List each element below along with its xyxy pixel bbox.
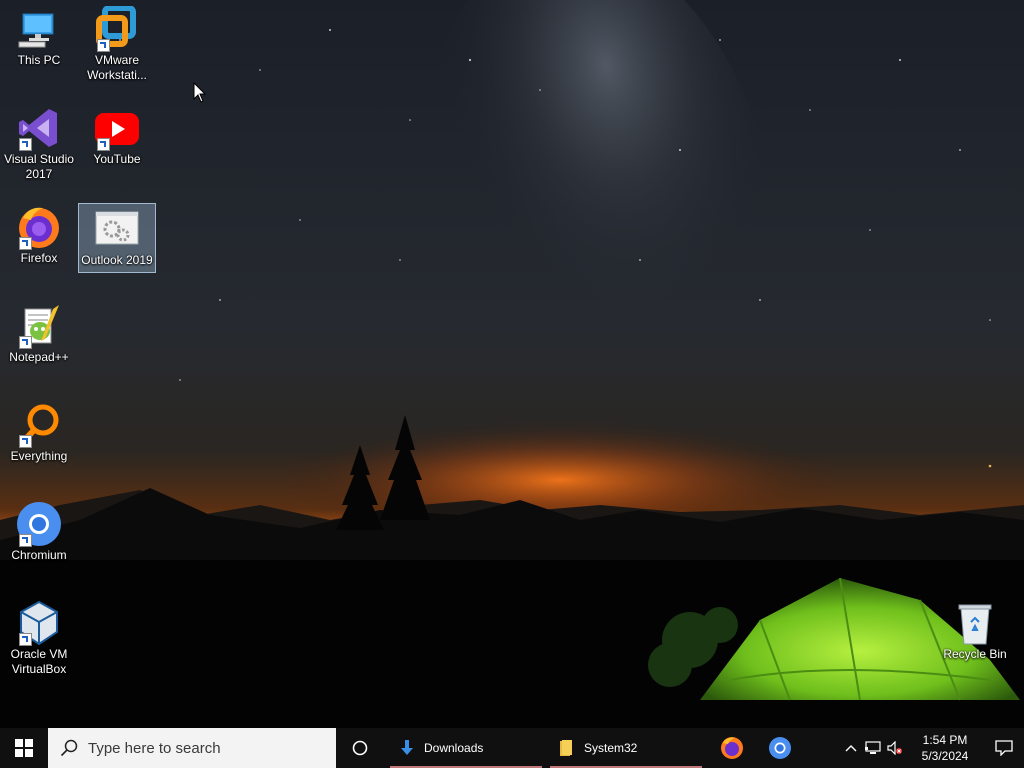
- vmware-icon: [93, 5, 141, 52]
- volume-muted-icon: [887, 741, 902, 755]
- notification-icon: [995, 740, 1013, 756]
- clock-date: 5/3/2024: [921, 749, 969, 763]
- action-center-button[interactable]: [984, 728, 1024, 768]
- desktop-icon-label: VMware Workstati...: [87, 53, 147, 82]
- desktop-icon-vmware[interactable]: VMware Workstati...: [80, 4, 154, 82]
- chromium-icon: [15, 501, 63, 547]
- volume-button[interactable]: [884, 728, 906, 768]
- windows-logo-icon: [15, 739, 33, 757]
- desktop-icon-recycle-bin[interactable]: Recycle Bin: [938, 598, 1012, 668]
- firefox-icon: [15, 204, 63, 250]
- taskbar: Type here to search Downloads System32 1…: [0, 728, 1024, 768]
- desktop-icon-label: Notepad++: [9, 350, 69, 364]
- desktop-icon-label: Oracle VM VirtualBox: [10, 647, 68, 676]
- desktop-icon-label: Everything: [10, 449, 68, 463]
- system-tray: 1:54 PM 5/3/2024: [840, 728, 1024, 768]
- desktop-icon-label: Chromium: [11, 548, 67, 562]
- start-button[interactable]: [0, 728, 48, 768]
- network-button[interactable]: [862, 728, 884, 768]
- search-icon: [60, 739, 78, 757]
- desktop-icon-label: YouTube: [93, 152, 141, 166]
- firefox-icon: [721, 737, 743, 759]
- desktop-icon-everything[interactable]: Everything: [2, 400, 76, 470]
- taskbar-pinned-chromium[interactable]: [756, 728, 804, 768]
- network-icon: [865, 741, 881, 754]
- desktop-icon-visual-studio[interactable]: Visual Studio 2017: [2, 103, 76, 181]
- shortcut-arrow-icon: [97, 138, 110, 151]
- desktop-icon-label: Firefox: [20, 251, 58, 265]
- desktop-icon-youtube[interactable]: YouTube: [80, 103, 154, 173]
- taskbar-app-downloads[interactable]: Downloads: [390, 728, 542, 768]
- mouse-cursor-icon: [193, 82, 207, 103]
- shortcut-arrow-icon: [19, 435, 32, 448]
- downloads-folder-icon: [401, 740, 413, 755]
- show-hidden-icons-button[interactable]: [840, 728, 862, 768]
- notepad-plus-plus-icon: [15, 303, 63, 349]
- shortcut-arrow-icon: [19, 336, 32, 349]
- taskbar-pinned-firefox[interactable]: [708, 728, 756, 768]
- desktop-icon-virtualbox[interactable]: Oracle VM VirtualBox: [2, 598, 76, 676]
- taskbar-app-label: System32: [584, 741, 638, 755]
- desktop-icon-chromium[interactable]: Chromium: [2, 499, 76, 569]
- taskbar-search-box[interactable]: Type here to search: [48, 728, 336, 768]
- shortcut-arrow-icon: [19, 534, 32, 547]
- desktop-icon-label: This PC: [17, 53, 61, 67]
- desktop-icon-this-pc[interactable]: This PC: [2, 4, 76, 74]
- shortcut-arrow-icon: [19, 633, 32, 646]
- cortana-button[interactable]: [336, 728, 384, 768]
- folder-icon: [560, 740, 572, 756]
- youtube-icon: [93, 105, 141, 151]
- taskbar-app-label: Downloads: [424, 741, 484, 755]
- virtualbox-icon: [15, 600, 63, 646]
- chevron-up-icon: [845, 745, 857, 752]
- cortana-icon: [352, 740, 368, 756]
- desktop-icon-notepad-plus-plus[interactable]: Notepad++: [2, 301, 76, 371]
- visual-studio-icon: [15, 105, 63, 151]
- desktop-icon-label: Visual Studio 2017: [4, 152, 74, 181]
- outlook-icon: [93, 206, 141, 252]
- desktop-icon-outlook[interactable]: Outlook 2019: [78, 203, 156, 273]
- recycle-bin-icon: [951, 600, 999, 646]
- shortcut-arrow-icon: [19, 138, 32, 151]
- shortcut-arrow-icon: [97, 39, 110, 52]
- chromium-icon: [769, 737, 791, 759]
- search-placeholder: Type here to search: [88, 739, 221, 757]
- this-pc-icon: [15, 6, 63, 52]
- everything-icon: [15, 402, 63, 448]
- desktop-icon-firefox[interactable]: Firefox: [2, 202, 76, 272]
- taskbar-clock[interactable]: 1:54 PM 5/3/2024: [906, 732, 984, 764]
- clock-time: 1:54 PM: [922, 733, 968, 747]
- desktop-icon-label: Outlook 2019: [81, 253, 153, 267]
- shortcut-arrow-icon: [19, 237, 32, 250]
- taskbar-app-system32[interactable]: System32: [550, 728, 702, 768]
- desktop-icon-label: Recycle Bin: [943, 647, 1007, 661]
